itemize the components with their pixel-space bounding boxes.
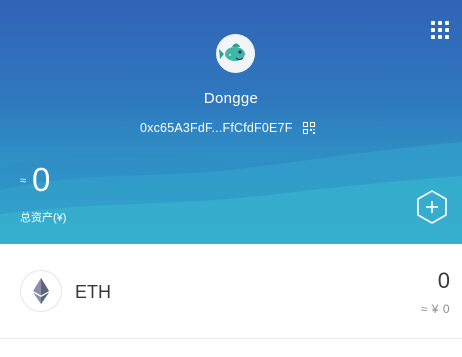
wallet-name: Dongge (203, 90, 259, 107)
total-assets-label: 总资产(¥) (20, 212, 67, 224)
total-assets-value: 0 (32, 161, 51, 198)
wallet-avatar[interactable] (216, 34, 255, 73)
grid-dot (431, 21, 435, 25)
token-symbol: ETH (75, 282, 111, 302)
token-fiat-value: ≈ ¥ 0 (420, 302, 450, 316)
grid-dot (438, 35, 442, 39)
ethereum-icon (33, 278, 49, 304)
wallet-address-row[interactable]: 0xc65A3FdF...FfCfdF0E7F (140, 120, 315, 136)
add-token-button[interactable] (415, 189, 449, 225)
wallet-screen: Dongge 0xc65A3FdF...FfCfdF0E7F ≈ 0 总资产(¥… (0, 0, 462, 357)
grid-dot (445, 35, 449, 39)
total-assets-row: ≈ 0 (20, 163, 50, 197)
menu-grid-button[interactable] (428, 18, 452, 42)
grid-dot (431, 35, 435, 39)
wallet-header: Dongge 0xc65A3FdF...FfCfdF0E7F ≈ 0 总资产(¥… (0, 0, 462, 244)
qr-code-icon[interactable] (302, 122, 315, 134)
token-logo (20, 270, 62, 312)
token-balance: 0 (437, 268, 450, 293)
grid-dot (445, 28, 449, 32)
approx-symbol: ≈ (20, 175, 27, 187)
grid-dot (438, 21, 442, 25)
fish-icon (219, 43, 245, 61)
grid-dot (445, 21, 449, 25)
hexagon-plus-icon (417, 190, 447, 224)
grid-dot (431, 28, 435, 32)
token-row-eth[interactable]: ETH 0 ≈ ¥ 0 (0, 244, 462, 339)
grid-dot (438, 28, 442, 32)
wallet-address[interactable]: 0xc65A3FdF...FfCfdF0E7F (140, 121, 293, 135)
